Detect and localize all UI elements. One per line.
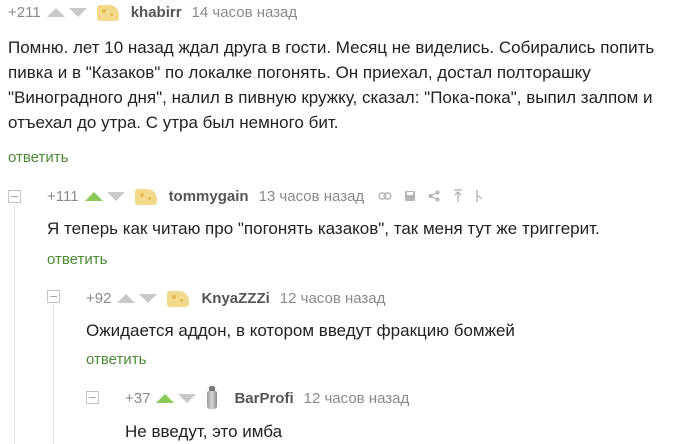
comment-time[interactable]: 14 часов назад xyxy=(192,4,298,21)
collapse-thread-button[interactable] xyxy=(47,290,60,303)
comment-header: +211 khabirr 14 часов назад xyxy=(8,0,297,24)
comment-time[interactable]: 12 часов назад xyxy=(304,390,410,407)
downvote-arrow-icon[interactable] xyxy=(178,393,197,403)
avatar-cheese-icon[interactable] xyxy=(95,1,121,23)
thread-branch-line xyxy=(53,305,54,444)
collapse-thread-button[interactable] xyxy=(8,190,21,203)
reply-link[interactable]: ответить xyxy=(47,251,107,268)
reply-link[interactable]: ответить xyxy=(8,149,68,166)
link-icon[interactable] xyxy=(378,191,392,201)
upvote-arrow-icon[interactable] xyxy=(46,7,65,17)
comment-rating: +211 xyxy=(8,3,41,21)
downvote-arrow-icon[interactable] xyxy=(68,7,87,17)
save-icon[interactable] xyxy=(404,190,416,202)
comment-rating: +37 xyxy=(125,389,151,407)
comment-header: +92 KnyaZZZi 12 часов назад xyxy=(86,286,385,310)
go-to-parent-icon[interactable] xyxy=(452,189,464,203)
upvote-arrow-icon[interactable] xyxy=(84,191,103,201)
comment-header: +111 tommygain 13 часов назад xyxy=(47,184,496,208)
comment-text: Я теперь как читаю про "погонять казаков… xyxy=(47,219,600,238)
comment-time[interactable]: 12 часов назад xyxy=(280,290,386,307)
upvote-arrow-icon[interactable] xyxy=(156,393,175,403)
upvote-arrow-icon[interactable] xyxy=(117,293,136,303)
comment-text: Ожидается аддон, в котором введут фракци… xyxy=(86,321,515,340)
avatar-cheese-icon[interactable] xyxy=(133,185,159,207)
comment-header: +37 BarProfi 12 часов назад xyxy=(125,386,409,410)
branch-icon[interactable] xyxy=(476,189,484,203)
comment-text: Помню. лет 10 назад ждал друга в гости. … xyxy=(8,38,655,132)
comment-author[interactable]: KnyaZZZi xyxy=(201,290,269,307)
reply-link[interactable]: ответить xyxy=(86,351,146,368)
comment-time[interactable]: 13 часов назад xyxy=(259,188,365,205)
comment-author[interactable]: khabirr xyxy=(131,4,182,21)
comment-actions xyxy=(378,189,496,203)
comment-rating: +92 xyxy=(86,289,112,307)
share-icon[interactable] xyxy=(428,190,440,202)
thread-branch-line xyxy=(14,205,15,444)
downvote-arrow-icon[interactable] xyxy=(139,293,158,303)
comment-author[interactable]: BarProfi xyxy=(234,390,293,407)
avatar-shaker-icon[interactable] xyxy=(204,386,220,410)
downvote-arrow-icon[interactable] xyxy=(106,191,125,201)
avatar-cheese-icon[interactable] xyxy=(165,287,191,309)
comment-rating: +111 xyxy=(47,187,79,205)
comment-text: Не введут, это имба xyxy=(125,422,283,441)
comment-author[interactable]: tommygain xyxy=(169,188,249,205)
collapse-thread-button[interactable] xyxy=(86,391,99,404)
